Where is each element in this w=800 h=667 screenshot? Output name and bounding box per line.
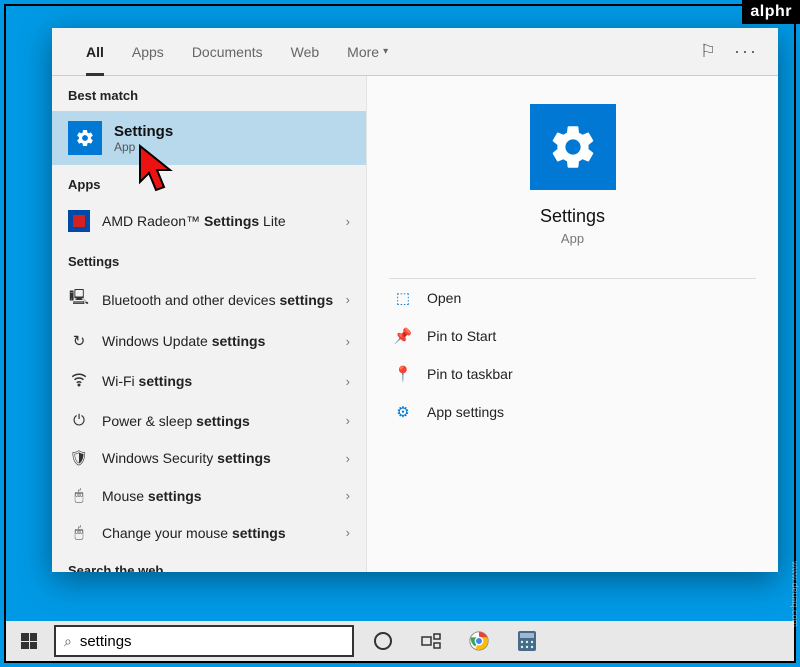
best-match-label: Best match [52, 76, 366, 111]
chevron-right-icon: › [346, 334, 350, 349]
action-label: Open [427, 290, 461, 306]
pin-taskbar-action[interactable]: 📍 Pin to taskbar [389, 355, 756, 393]
action-label: App settings [427, 404, 504, 420]
chevron-down-icon: ▾ [383, 46, 388, 57]
amd-icon [68, 210, 90, 232]
search-tabs: All Apps Documents Web More ▾ ⚐ ··· [52, 28, 778, 76]
preview-sub: App [561, 231, 584, 246]
list-item-label: Power & sleep settings [102, 413, 334, 429]
search-input[interactable] [80, 633, 344, 650]
open-icon: ⬚ [393, 289, 413, 307]
list-item-label: Windows Security settings [102, 450, 334, 466]
cortana-icon [374, 632, 392, 650]
more-options-icon[interactable]: ··· [734, 41, 758, 62]
tab-more[interactable]: More ▾ [333, 28, 402, 76]
start-search-panel: All Apps Documents Web More ▾ ⚐ ··· Best… [52, 28, 778, 572]
best-match-title: Settings [114, 123, 173, 140]
devices-icon: 🖳 [68, 287, 90, 312]
list-item-label: Windows Update settings [102, 333, 334, 349]
list-item-label: Mouse settings [102, 488, 334, 504]
chevron-right-icon: › [346, 413, 350, 428]
app-settings-action[interactable]: ⚙ App settings [389, 393, 756, 431]
result-windows-security-settings[interactable]: 🛡 Windows Security settings › [52, 439, 366, 477]
cortana-button[interactable] [362, 621, 404, 661]
list-item-label: Change your mouse settings [102, 525, 334, 541]
search-icon: ⌕ [64, 633, 72, 650]
web-section-label: Search the web [52, 551, 366, 572]
taskbar-app-calculator[interactable] [506, 621, 548, 661]
tab-documents[interactable]: Documents [178, 28, 277, 76]
action-label: Pin to Start [427, 328, 496, 344]
taskbar: ⌕ [6, 621, 794, 661]
power-icon: ⏻ [68, 412, 90, 429]
chevron-right-icon: › [346, 214, 350, 229]
update-icon: ↻ [68, 332, 90, 350]
tab-apps[interactable]: Apps [118, 28, 178, 76]
result-bluetooth-settings[interactable]: 🖳 Bluetooth and other devices settings › [52, 277, 366, 322]
taskbar-app-chrome[interactable] [458, 621, 500, 661]
apps-section-label: Apps [52, 165, 366, 200]
pin-icon: 📍 [393, 365, 413, 383]
tab-all[interactable]: All [72, 28, 118, 76]
taskbar-search-box[interactable]: ⌕ [54, 625, 354, 657]
chevron-right-icon: › [346, 451, 350, 466]
preview-title: Settings [540, 206, 605, 227]
windows-logo-icon [21, 633, 37, 649]
chevron-right-icon: › [346, 488, 350, 503]
task-view-button[interactable] [410, 621, 452, 661]
result-amd-settings[interactable]: AMD Radeon™ Settings Lite › [52, 200, 366, 242]
pin-start-action[interactable]: 📌 Pin to Start [389, 317, 756, 355]
best-match-sub: App [114, 140, 173, 154]
wifi-icon [68, 370, 90, 392]
pin-icon: 📌 [393, 327, 413, 345]
result-windows-update-settings[interactable]: ↻ Windows Update settings › [52, 322, 366, 360]
settings-section-label: Settings [52, 242, 366, 277]
gear-icon [530, 104, 616, 190]
action-label: Pin to taskbar [427, 366, 513, 382]
gear-icon: ⚙ [393, 403, 413, 421]
result-mouse-settings[interactable]: 🖱 Mouse settings › [52, 477, 366, 514]
chevron-right-icon: › [346, 374, 350, 389]
list-item-label: AMD Radeon™ Settings Lite [102, 213, 334, 229]
preview-pane: Settings App ⬚ Open 📌 Pin to Start 📍 Pin… [366, 76, 778, 572]
list-item-label: Wi-Fi settings [102, 373, 334, 389]
chevron-right-icon: › [346, 292, 350, 307]
result-change-mouse-settings[interactable]: 🖱 Change your mouse settings › [52, 514, 366, 551]
start-button[interactable] [6, 621, 52, 661]
feedback-icon[interactable]: ⚐ [700, 41, 716, 62]
open-action[interactable]: ⬚ Open [389, 279, 756, 317]
tab-more-label: More [347, 44, 379, 60]
mouse-icon: 🖱 [68, 524, 90, 541]
preview-actions: ⬚ Open 📌 Pin to Start 📍 Pin to taskbar ⚙… [389, 278, 756, 431]
gear-icon [68, 121, 102, 155]
tab-web[interactable]: Web [277, 28, 334, 76]
result-wifi-settings[interactable]: Wi-Fi settings › [52, 360, 366, 402]
calculator-icon [517, 630, 537, 652]
chevron-right-icon: › [346, 525, 350, 540]
results-left-column: Best match Settings App Apps AMD Radeon™… [52, 76, 366, 572]
watermark-logo: alphr [742, 0, 800, 24]
list-item-label: Bluetooth and other devices settings [102, 292, 334, 308]
shield-icon: 🛡 [68, 449, 90, 467]
watermark-url: www.deuaq.com [790, 561, 800, 627]
best-match-settings[interactable]: Settings App [52, 111, 366, 165]
chrome-icon [468, 630, 490, 652]
mouse-icon: 🖱 [68, 487, 90, 504]
result-power-sleep-settings[interactable]: ⏻ Power & sleep settings › [52, 402, 366, 439]
task-view-icon [421, 633, 441, 649]
